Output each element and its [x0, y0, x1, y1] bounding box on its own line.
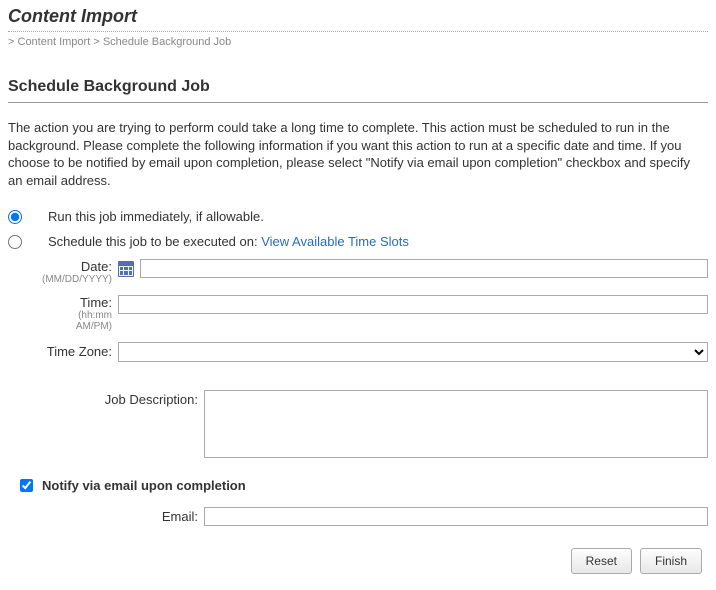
time-hint2: AM/PM) [8, 321, 112, 332]
intro-text: The action you are trying to perform cou… [8, 119, 708, 189]
schedule-radio[interactable] [8, 235, 22, 249]
divider-dotted [8, 31, 708, 32]
date-hint: (MM/DD/YYYY) [8, 274, 112, 285]
view-time-slots-link[interactable]: View Available Time Slots [261, 234, 409, 249]
calendar-icon[interactable] [118, 261, 134, 277]
time-input[interactable] [118, 295, 708, 314]
reset-button[interactable]: Reset [571, 548, 632, 574]
run-immediately-label: Run this job immediately, if allowable. [48, 209, 264, 224]
breadcrumb-prefix: > [8, 36, 14, 48]
time-label: Time: (hh:mm AM/PM) [8, 295, 118, 332]
breadcrumb-item: Schedule Background Job [103, 36, 231, 48]
notify-email-label: Notify via email upon completion [42, 478, 246, 493]
date-input[interactable] [140, 259, 708, 278]
email-label: Email: [8, 507, 204, 524]
job-description-textarea[interactable] [204, 390, 708, 458]
finish-button[interactable]: Finish [640, 548, 702, 574]
breadcrumb: > Content Import > Schedule Background J… [8, 36, 708, 48]
email-input[interactable] [204, 507, 708, 526]
time-hint1: (hh:mm [8, 310, 112, 321]
run-immediately-radio[interactable] [8, 210, 22, 224]
section-title: Schedule Background Job [8, 78, 708, 96]
date-label: Date: (MM/DD/YYYY) [8, 259, 118, 285]
job-description-label: Job Description: [8, 390, 204, 407]
timezone-select[interactable] [118, 342, 708, 362]
schedule-label: Schedule this job to be executed on: Vie… [48, 234, 409, 249]
breadcrumb-sep: > [93, 36, 99, 48]
page-title: Content Import [8, 6, 708, 27]
divider-solid [8, 102, 708, 103]
timezone-label: Time Zone: [8, 342, 118, 359]
schedule-label-text: Schedule this job to be executed on: [48, 234, 258, 249]
button-bar: Reset Finish [8, 548, 708, 574]
breadcrumb-item: Content Import [18, 36, 91, 48]
notify-email-checkbox[interactable] [20, 479, 33, 492]
